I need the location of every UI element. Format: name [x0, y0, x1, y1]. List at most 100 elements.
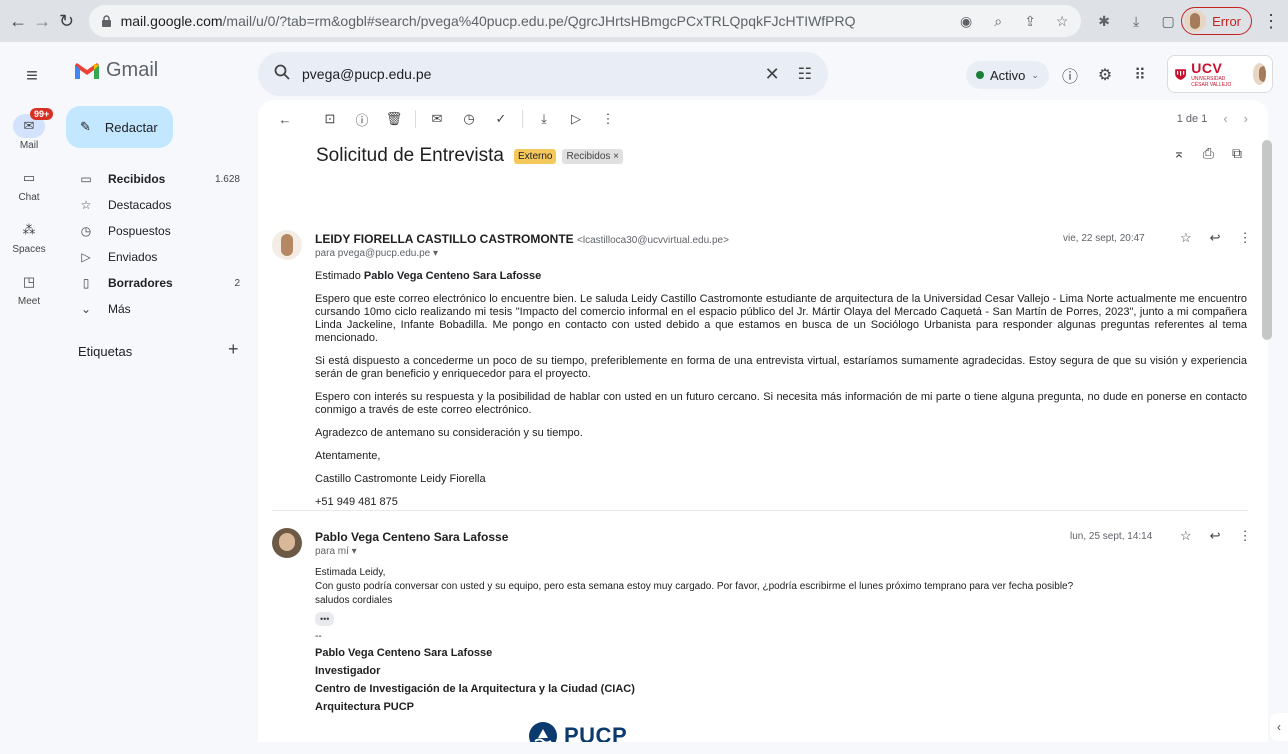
sender-avatar[interactable]: [272, 230, 302, 260]
gmail-logo[interactable]: Gmail: [74, 59, 158, 82]
nav-item-label: Borradores: [108, 276, 173, 290]
profile-avatar: [1184, 10, 1207, 32]
prev-icon[interactable]: ‹: [1223, 111, 1227, 126]
open-new-window-icon[interactable]: ⧉: [1232, 145, 1242, 162]
nav-item-starred[interactable]: ☆ Destacados: [66, 192, 246, 218]
sidepanel-icon[interactable]: ▢: [1159, 12, 1177, 30]
mailbox-nav: ▭ Recibidos 1.628 ☆ Destacados ◷ Pospues…: [66, 166, 246, 322]
print-icon[interactable]: ⎙: [1203, 145, 1214, 162]
status-label: Activo: [990, 67, 1026, 83]
meet-icon: ◳: [22, 273, 36, 289]
more-vert-icon[interactable]: ⋮: [1239, 230, 1252, 246]
search-options-icon[interactable]: ☷: [798, 64, 812, 84]
phone-number: +51 949 481 875: [315, 496, 398, 508]
nav-item-drafts[interactable]: ▯ Borradores 2: [66, 270, 246, 296]
chevron-down-icon: ⌄: [1031, 69, 1039, 80]
star-icon[interactable]: ☆: [1180, 528, 1192, 544]
forward-icon[interactable]: →: [32, 9, 52, 33]
sender-name[interactable]: LEIDY FIORELLA CASTILLO CASTROMONTE <lca…: [315, 232, 729, 246]
add-task-icon[interactable]: ✓: [488, 106, 514, 132]
gmail-m-icon: [75, 62, 99, 79]
compose-label: Redactar: [104, 119, 158, 135]
reply-icon[interactable]: ↩: [1210, 230, 1221, 246]
nav-item-sent[interactable]: ▷ Enviados: [66, 244, 246, 270]
back-to-list-icon[interactable]: ←: [272, 106, 298, 132]
label-icon[interactable]: ▷: [563, 106, 589, 132]
nav-item-label: Recibidos: [108, 172, 166, 186]
signature-dept: Arquitectura PUCP: [315, 701, 415, 713]
recipient-line[interactable]: para pvega@pucp.edu.pe ▾: [315, 248, 438, 259]
main-menu-icon[interactable]: ≡: [20, 64, 44, 88]
compose-button[interactable]: ✎ Redactar: [66, 106, 173, 148]
subject-actions: ⌅ ⎙ ⧉: [1173, 145, 1242, 162]
more-vert-icon[interactable]: ⋮: [1239, 528, 1252, 544]
snooze-icon[interactable]: ◷: [456, 106, 482, 132]
search-icon[interactable]: [274, 64, 290, 85]
account-chip[interactable]: UCV UNIVERSIDAD CÉSAR VALLEJO: [1167, 55, 1273, 93]
zoom-icon[interactable]: ⌕: [989, 12, 1007, 30]
chat-icon: ▭: [22, 169, 36, 185]
nav-item-inbox[interactable]: ▭ Recibidos 1.628: [66, 166, 246, 192]
pucp-emblem-icon: [529, 722, 557, 742]
org-logo-text: UCV: [1191, 60, 1223, 76]
signature-center: Centro de Investigación de la Arquitectu…: [315, 683, 635, 695]
labels-heading: Etiquetas: [78, 344, 133, 359]
move-to-icon[interactable]: ⤓: [531, 106, 557, 132]
reload-icon[interactable]: ↻: [56, 9, 76, 33]
rail-label-spaces: Spaces: [12, 243, 46, 255]
show-trimmed-button[interactable]: •••: [315, 612, 335, 626]
profile-error-button[interactable]: Error: [1181, 7, 1252, 35]
nav-item-label: Pospuestos: [108, 224, 171, 238]
reply-icon[interactable]: ↩: [1210, 528, 1221, 544]
rail-item-spaces[interactable]: ⁂ Spaces: [0, 210, 58, 262]
archive-icon[interactable]: ⊡: [317, 106, 343, 132]
star-icon[interactable]: ☆: [1180, 230, 1192, 246]
nav-item-count: 2: [234, 277, 240, 289]
greeting-name: Pablo Vega Centeno Sara Lafosse: [363, 270, 542, 282]
browser-menu-icon[interactable]: ⋮: [1262, 11, 1280, 32]
sender-name[interactable]: Pablo Vega Centeno Sara Lafosse: [315, 530, 508, 544]
recipient-line[interactable]: para mí ▾: [315, 546, 357, 557]
help-icon[interactable]: ⓘ: [1059, 64, 1081, 86]
rail-item-chat[interactable]: ▭ Chat: [0, 158, 58, 210]
address-bar[interactable]: mail.google.com/mail/u/0/?tab=rm&ogbl#se…: [88, 5, 1082, 37]
scrollbar[interactable]: [1262, 140, 1272, 340]
settings-gear-icon[interactable]: ⚙: [1094, 64, 1116, 86]
search-bar[interactable]: ✕ ☷: [258, 52, 828, 96]
rail-item-meet[interactable]: ◳ Meet: [0, 262, 58, 314]
sender-avatar[interactable]: [272, 528, 302, 558]
bookmark-star-icon[interactable]: ☆: [1053, 12, 1071, 30]
inbox-label-chip[interactable]: Recibidos ×: [562, 148, 623, 164]
rail-item-mail[interactable]: ✉ 99+ Mail: [0, 106, 58, 158]
rail-label-meet: Meet: [17, 295, 41, 307]
pucp-logo: PUCP: [528, 721, 627, 742]
pager: 1 de 1 ‹ ›: [1177, 111, 1248, 126]
clear-search-icon[interactable]: ✕: [765, 64, 780, 85]
side-panel-toggle-icon[interactable]: ‹: [1270, 713, 1288, 741]
next-icon[interactable]: ›: [1244, 111, 1248, 126]
eye-icon[interactable]: ◉: [957, 12, 975, 30]
subject-row: Solicitud de Entrevista Externo Recibido…: [316, 145, 1246, 167]
collapse-all-icon[interactable]: ⌅: [1173, 145, 1185, 162]
back-icon[interactable]: ←: [8, 9, 28, 33]
message-actions: ☆ ↩ ⋮: [1180, 528, 1252, 544]
search-input[interactable]: [302, 66, 755, 82]
share-icon[interactable]: ⇪: [1021, 12, 1039, 30]
paragraph: Agradezco de antemano su consideración y…: [315, 427, 583, 439]
apps-grid-icon[interactable]: ⠿: [1129, 64, 1151, 86]
mark-unread-icon[interactable]: ✉: [424, 106, 450, 132]
paragraph: Castillo Castromonte Leidy Fiorella: [315, 473, 486, 485]
more-options-icon[interactable]: ⋮: [595, 106, 621, 132]
delete-icon[interactable]: 🗑︎: [381, 106, 407, 132]
status-selector[interactable]: Activo ⌄: [966, 61, 1049, 89]
extensions-icon[interactable]: ✱: [1095, 12, 1113, 30]
download-icon[interactable]: ⤓: [1127, 12, 1145, 30]
add-label-icon[interactable]: +: [228, 339, 239, 360]
report-spam-icon[interactable]: ⓘ: [349, 106, 375, 132]
body-line: Estimada Leidy,: [315, 567, 386, 578]
rail-label-mail: Mail: [19, 139, 39, 151]
nav-item-more[interactable]: ⌄ Más: [66, 296, 246, 322]
message-date: vie, 22 sept, 20:47: [1063, 233, 1145, 244]
nav-item-snoozed[interactable]: ◷ Pospuestos: [66, 218, 246, 244]
paragraph: Espero que este correo electrónico lo en…: [315, 293, 1247, 344]
